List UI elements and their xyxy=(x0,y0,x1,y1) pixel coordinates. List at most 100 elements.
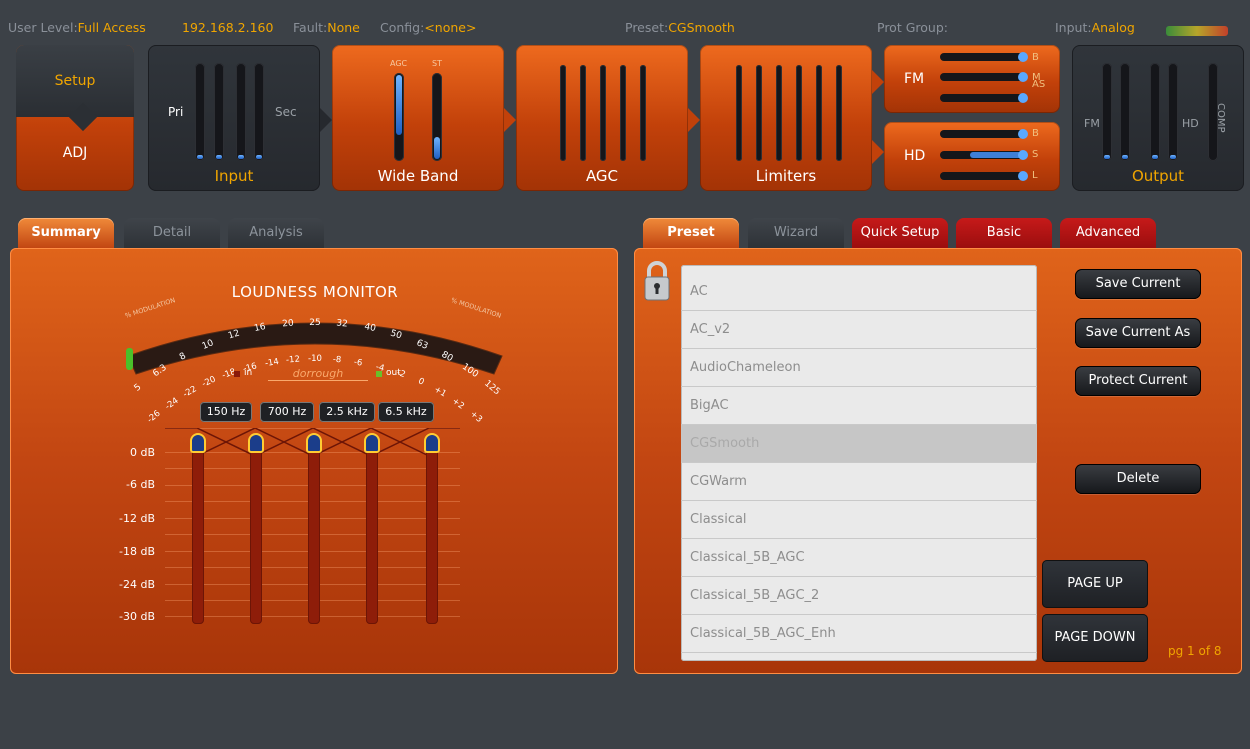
agc-block[interactable]: AGC xyxy=(516,45,688,191)
protect-current-button[interactable]: Protect Current xyxy=(1075,366,1201,396)
output-meter-2 xyxy=(1120,63,1130,161)
lock-icon[interactable] xyxy=(643,260,671,302)
preset-item[interactable]: AudioChameleon xyxy=(681,349,1037,387)
tab-preset[interactable]: Preset xyxy=(643,218,739,248)
config-status: Config:<none> xyxy=(380,20,477,35)
save-current-button[interactable]: Save Current xyxy=(1075,269,1201,299)
limiter-band-5 xyxy=(816,65,822,161)
preset-item[interactable]: BigAC xyxy=(681,387,1037,425)
preset-item[interactable]: Classical_5B_AGC xyxy=(681,539,1037,577)
wide-band-block[interactable]: AGC ST Wide Band xyxy=(332,45,504,191)
tab-analysis[interactable]: Analysis xyxy=(228,218,324,248)
db-label-30: -30 dB xyxy=(119,610,155,623)
hd-label: HD xyxy=(904,148,926,164)
eq-slider-knob-3[interactable] xyxy=(306,433,322,453)
adj-label: ADJ xyxy=(62,145,88,161)
page-up-button[interactable]: PAGE UP xyxy=(1042,560,1148,608)
preset-status: Preset:CGSmooth xyxy=(625,20,735,35)
preset-item[interactable]: CGWarm xyxy=(681,463,1037,501)
db-label-0: 0 dB xyxy=(129,446,155,459)
limiter-band-1 xyxy=(736,65,742,161)
delete-button[interactable]: Delete xyxy=(1075,464,1201,494)
arrow-icon xyxy=(504,108,516,132)
limiter-band-3 xyxy=(776,65,782,161)
status-bar: User Level:Full Access 192.168.2.160 Fau… xyxy=(0,0,1250,44)
output-label: Output xyxy=(1131,167,1185,185)
eq-slider-track-2 xyxy=(250,440,262,624)
tab-advanced[interactable]: Advanced xyxy=(1060,218,1156,248)
freq-label-700: 700 Hz xyxy=(260,402,314,422)
wideband-st-label: ST xyxy=(432,59,442,68)
loudness-title: LOUDNESS MONITOR xyxy=(231,283,399,301)
limiters-block[interactable]: Limiters xyxy=(700,45,872,191)
arrow-icon xyxy=(688,108,700,132)
fm-block[interactable]: FM B M AS xyxy=(884,45,1060,113)
agc-band-3 xyxy=(600,65,606,161)
limiters-label: Limiters xyxy=(755,167,817,185)
eq-slider-knob-5[interactable] xyxy=(424,433,440,453)
input-pri-label: Pri xyxy=(168,105,184,119)
limiter-band-4 xyxy=(796,65,802,161)
eq-slider-knob-2[interactable] xyxy=(248,433,264,453)
loudness-level-bar xyxy=(126,348,133,370)
input-block[interactable]: Pri Sec Input xyxy=(148,45,320,191)
arrow-icon xyxy=(872,70,884,94)
fm-bar-as xyxy=(940,93,1028,103)
prot-group-status: Prot Group: xyxy=(877,20,948,35)
fm-label: FM xyxy=(904,71,925,87)
page-indicator: pg 1 of 8 xyxy=(1168,644,1222,658)
arrow-icon xyxy=(320,108,332,132)
hd-block[interactable]: HD B S L xyxy=(884,122,1060,191)
save-current-as-button[interactable]: Save Current As xyxy=(1075,318,1201,348)
setup-label: Setup xyxy=(54,73,96,89)
limiter-band-2 xyxy=(756,65,762,161)
setup-adj-block[interactable]: Setup ADJ xyxy=(16,45,134,191)
tab-quick-setup[interactable]: Quick Setup xyxy=(852,218,948,248)
setup-button[interactable]: Setup xyxy=(16,45,134,117)
hd-bar-l xyxy=(940,171,1028,181)
output-meter-3 xyxy=(1150,63,1160,161)
input-level-meter xyxy=(1166,26,1228,36)
hd-bar-l-label: L xyxy=(1032,170,1038,181)
preset-item[interactable]: Classical_5B_AGC_2 xyxy=(681,577,1037,615)
preset-item[interactable]: AC xyxy=(681,273,1037,311)
preset-item[interactable]: Classical xyxy=(681,501,1037,539)
freq-label-2500: 2.5 kHz xyxy=(319,402,375,422)
ip-address: 192.168.2.160 xyxy=(182,20,274,35)
input-label: Input xyxy=(214,167,254,185)
page-down-button[interactable]: PAGE DOWN xyxy=(1042,614,1148,662)
tab-wizard[interactable]: Wizard xyxy=(748,218,844,248)
eq-slider-knob-4[interactable] xyxy=(364,433,380,453)
top-scale-tick-label: 25 xyxy=(309,318,321,328)
dorrough-logo: dorrough xyxy=(268,367,368,381)
tab-basic[interactable]: Basic xyxy=(956,218,1052,248)
output-block[interactable]: FM HD COMP Output xyxy=(1072,45,1244,191)
tab-summary[interactable]: Summary xyxy=(18,218,114,248)
input-meter-2 xyxy=(214,63,224,161)
output-meter-4 xyxy=(1168,63,1178,161)
eq-slider-knob-1[interactable] xyxy=(190,433,206,453)
bottom-scale-tick-label: -12 xyxy=(285,354,301,366)
eq-slider-track-3 xyxy=(308,440,320,624)
preset-item-selected[interactable]: CGSmooth xyxy=(681,425,1037,463)
preset-item[interactable]: Classical_5B_AGC_Enh xyxy=(681,615,1037,653)
legend-in-label: in xyxy=(244,368,253,378)
preset-list[interactable]: AC AC_v2 AudioChameleon BigAC CGSmooth C… xyxy=(681,265,1037,661)
output-hd-label: HD xyxy=(1182,117,1199,130)
eq-slider-track-1 xyxy=(192,440,204,624)
hd-bar-s-label: S xyxy=(1032,149,1039,160)
fault-status: Fault:None xyxy=(293,20,360,35)
eq-slider-track-4 xyxy=(366,440,378,624)
output-meter-1 xyxy=(1102,63,1112,161)
wideband-agc-label: AGC xyxy=(390,59,408,68)
agc-band-2 xyxy=(580,65,586,161)
agc-band-4 xyxy=(620,65,626,161)
agc-band-1 xyxy=(560,65,566,161)
freq-label-150: 150 Hz xyxy=(200,402,252,422)
db-label-12: -12 dB xyxy=(119,512,155,525)
freq-label-6500: 6.5 kHz xyxy=(378,402,434,422)
fm-bar-as-label: AS xyxy=(1032,79,1046,90)
preset-item[interactable]: AC_v2 xyxy=(681,311,1037,349)
limiter-band-6 xyxy=(836,65,842,161)
tab-detail[interactable]: Detail xyxy=(124,218,220,248)
